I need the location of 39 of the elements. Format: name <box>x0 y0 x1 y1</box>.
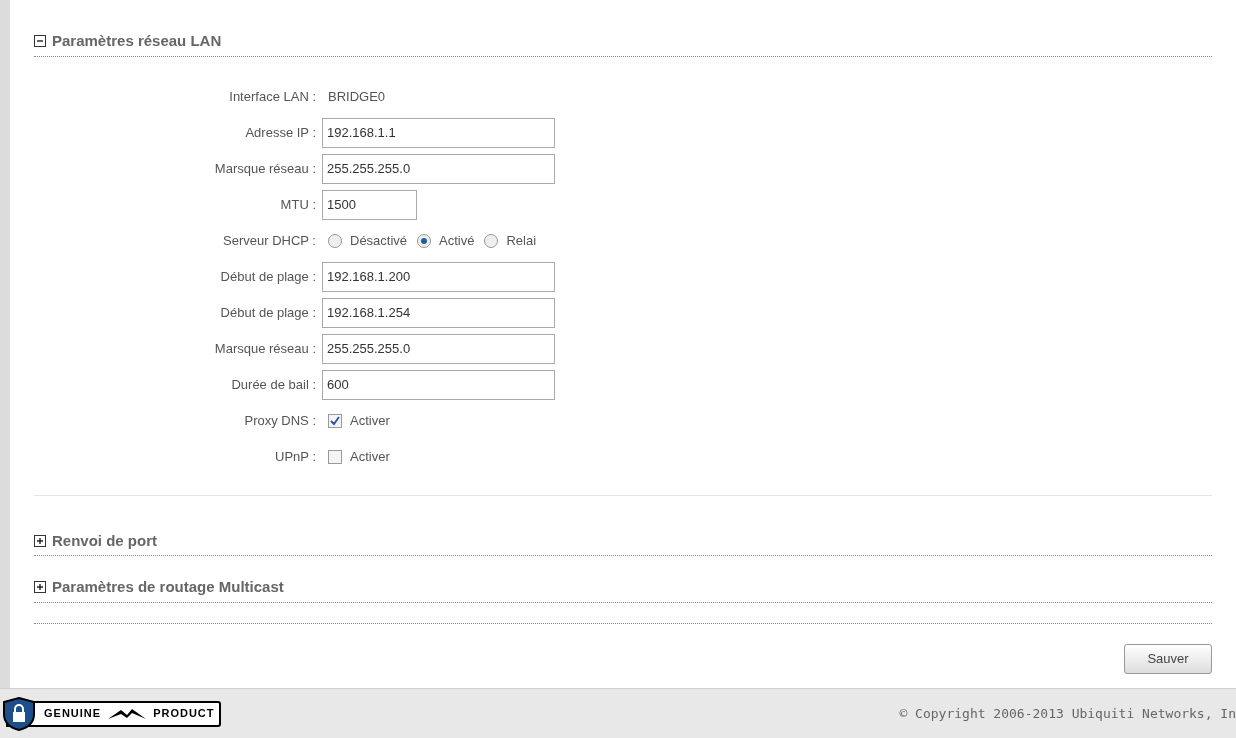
section-title[interactable]: Paramètres de routage Multicast <box>52 576 284 599</box>
section-title[interactable]: Paramètres réseau LAN <box>52 30 222 53</box>
radio-button[interactable] <box>417 233 432 248</box>
field-label: Durée de bail : <box>230 375 317 394</box>
checkbox-label: Activer <box>350 447 390 466</box>
checkbox-label: Activer <box>350 411 390 430</box>
expand-icon[interactable] <box>34 534 46 547</box>
field-value: BRIDGE0 <box>327 87 386 106</box>
input-field[interactable]: 192.168.1.1 <box>322 117 555 148</box>
expand-icon[interactable] <box>34 581 46 594</box>
field-label: Début de plage : <box>219 303 317 322</box>
collapse-icon[interactable] <box>34 35 46 48</box>
radio-label: Relai <box>506 231 537 250</box>
save-button[interactable]: Sauver <box>1124 643 1212 674</box>
radio-label: Activé <box>439 231 475 250</box>
field-label: Marsque réseau : <box>213 339 317 358</box>
field-label: Début de plage : <box>219 267 317 286</box>
input-field[interactable]: 192.168.1.200 <box>322 261 555 292</box>
checkbox[interactable] <box>328 413 342 428</box>
radio-label: Désactivé <box>350 231 408 250</box>
input-field[interactable]: 255.255.255.0 <box>322 153 555 184</box>
input-field[interactable]: 192.168.1.254 <box>322 297 555 328</box>
field-label: Adresse IP : <box>244 123 317 142</box>
badge-text: PRODUCT <box>153 706 215 722</box>
field-label: Serveur DHCP : <box>222 231 317 250</box>
input-field[interactable]: 600 <box>322 369 555 400</box>
checkbox[interactable] <box>328 449 342 464</box>
copyright-text: © Copyright 2006-2013 Ubiquiti Networks, In <box>899 704 1236 723</box>
field-label: MTU : <box>279 195 317 214</box>
field-label: Interface LAN : <box>228 87 317 106</box>
field-label: Proxy DNS : <box>243 411 317 430</box>
field-label: Marsque réseau : <box>213 159 317 178</box>
radio-button[interactable] <box>484 233 499 248</box>
radio-button[interactable] <box>328 233 342 248</box>
section-title[interactable]: Renvoi de port <box>52 529 157 552</box>
badge-text: GENUINE <box>44 706 102 722</box>
field-label: UPnP : <box>274 447 317 466</box>
input-field[interactable]: 255.255.255.0 <box>322 333 555 364</box>
input-field[interactable]: 1500 <box>322 189 417 220</box>
